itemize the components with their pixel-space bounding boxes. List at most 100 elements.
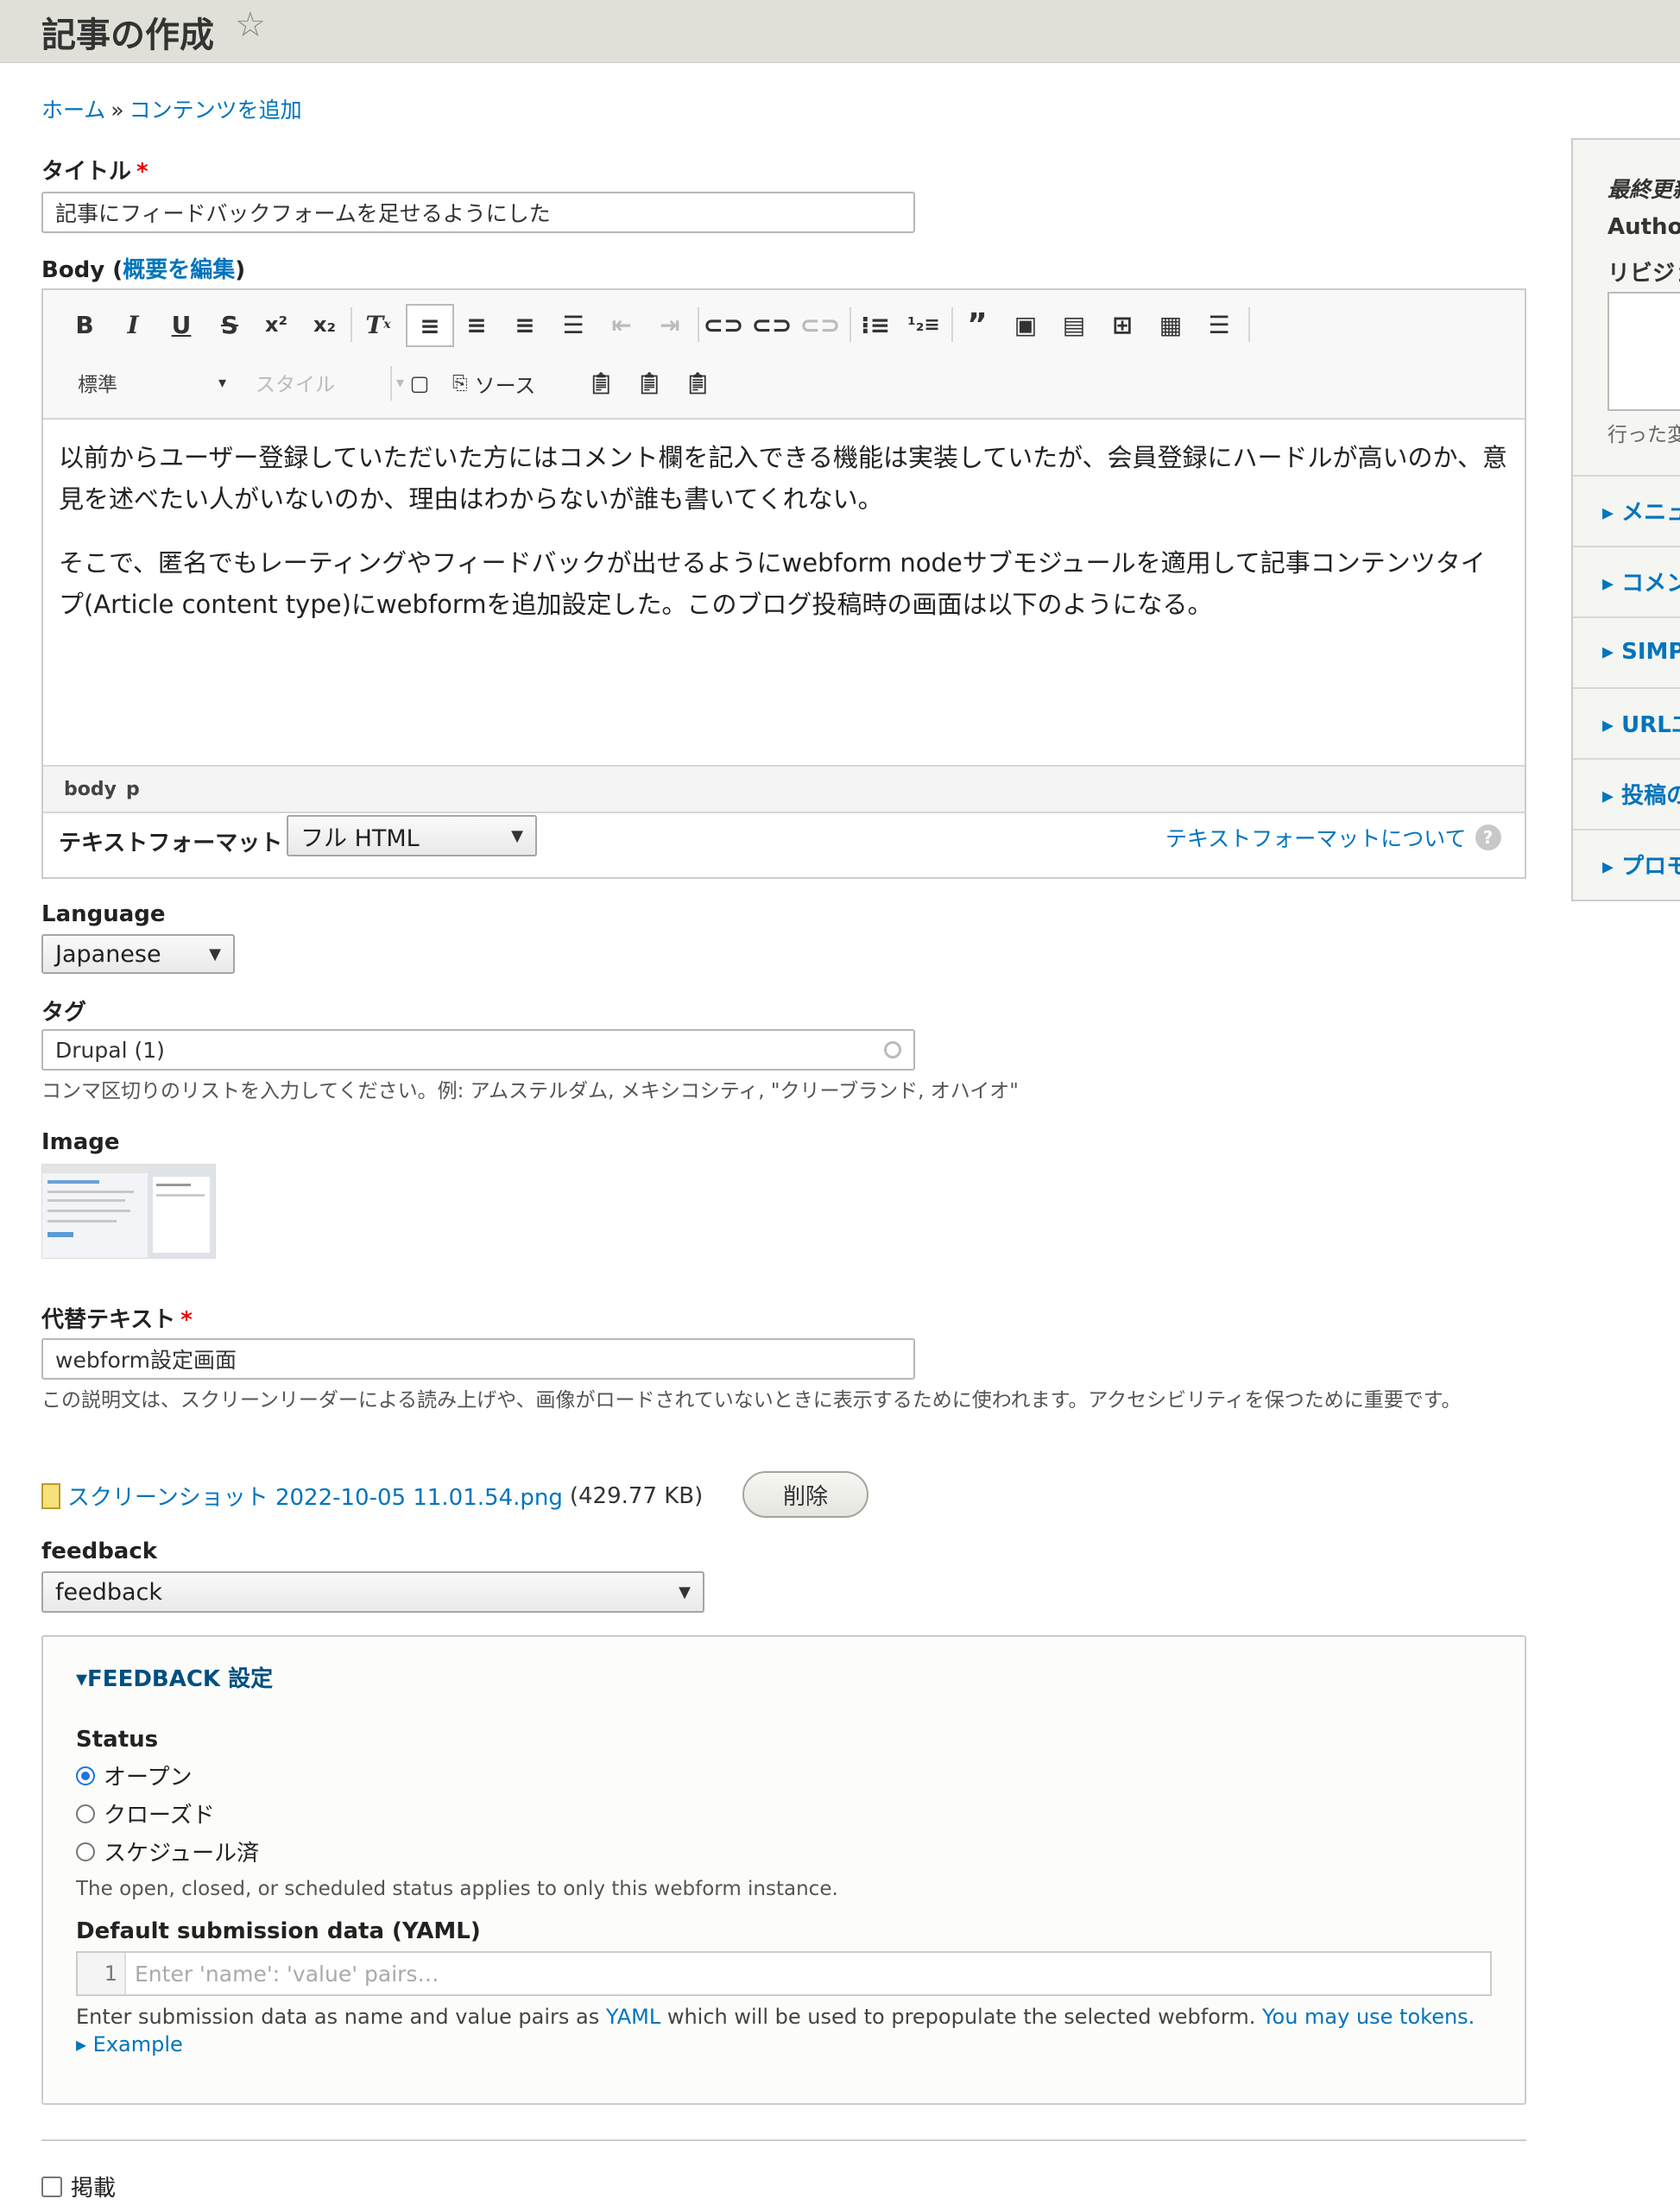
- sidebar-item-menu[interactable]: ▸ メニュ: [1573, 475, 1680, 544]
- body-label-suffix: ): [235, 257, 246, 283]
- image-upload-icon[interactable]: ⊞: [1103, 306, 1141, 344]
- last-saved-label: 最終更新: [1607, 177, 1680, 202]
- edit-summary-link[interactable]: 概要を編集: [123, 257, 235, 283]
- status-option-label: オープン: [104, 1765, 193, 1791]
- bold-icon[interactable]: B: [66, 306, 104, 344]
- text-format-help[interactable]: テキストフォーマットについて ?: [1165, 822, 1501, 853]
- editor-content[interactable]: 以前からユーザー登録していただいた方にはコメント欄を記入できる機能は実装していた…: [59, 437, 1509, 648]
- radio-selected[interactable]: [76, 1766, 95, 1785]
- path-body[interactable]: body: [64, 779, 117, 800]
- sidebar-item-comments[interactable]: ▸ コメン: [1573, 546, 1680, 615]
- chevron-down-icon: ▾: [218, 373, 226, 392]
- source-label: ソース: [474, 373, 536, 398]
- breadcrumb: ホーム» コンテンツを追加: [41, 93, 302, 124]
- text-format-help-link[interactable]: テキストフォーマットについて: [1165, 822, 1467, 853]
- toolbar-separator: [351, 307, 352, 342]
- feedback-settings-summary[interactable]: ▾FEEDBACK 設定: [76, 1661, 273, 1693]
- status-label: Status: [76, 1727, 159, 1753]
- style-select-value: スタイル: [256, 374, 335, 396]
- align-center-icon[interactable]: ≡: [458, 306, 496, 344]
- language-label: Language: [41, 901, 166, 927]
- radio[interactable]: [76, 1842, 95, 1861]
- tags-input[interactable]: Drupal (1): [41, 1029, 915, 1071]
- remove-button[interactable]: 削除: [742, 1471, 868, 1518]
- title-input[interactable]: 記事にフィードバックフォームを足せるようにした: [41, 192, 915, 233]
- format-select[interactable]: 標準 ▾: [64, 363, 233, 402]
- style-select[interactable]: スタイル ▾: [242, 363, 411, 402]
- toolbar-separator: [698, 307, 699, 342]
- language-select[interactable]: Japanese ▼: [41, 934, 235, 974]
- status-option-open[interactable]: オープン: [76, 1760, 192, 1791]
- yaml-link[interactable]: YAML: [606, 2005, 660, 2029]
- bulleted-list-icon[interactable]: ⁝≡: [856, 306, 894, 344]
- publish-field[interactable]: 掲載: [41, 2170, 116, 2202]
- blockquote-icon[interactable]: ”: [958, 306, 996, 344]
- image-icon[interactable]: ▣: [1007, 306, 1045, 344]
- text-format-select[interactable]: フル HTML ▼: [287, 815, 537, 856]
- status-option-label: クローズド: [104, 1803, 215, 1829]
- status-option-scheduled[interactable]: スケジュール済: [76, 1835, 259, 1867]
- unlink-icon[interactable]: ⊂⊃: [752, 306, 793, 344]
- subscript-icon[interactable]: x₂: [306, 306, 344, 344]
- image-label: Image: [41, 1129, 120, 1155]
- example-toggle[interactable]: ▸ Example: [76, 2032, 183, 2057]
- table-icon[interactable]: ▦: [1152, 306, 1190, 344]
- page-title: 記事の作成: [41, 16, 214, 55]
- required-mark: *: [136, 159, 148, 185]
- publish-checkbox[interactable]: [41, 2176, 62, 2197]
- sidebar-item-url[interactable]: ▸ URLエ: [1573, 687, 1680, 756]
- media-icon[interactable]: ▤: [1055, 306, 1093, 344]
- alt-text-description: この説明文は、スクリーンリーダーによる読み上げや、画像がロードされていないときに…: [41, 1389, 1462, 1412]
- sidebar-item-promotion[interactable]: ▸ プロモ: [1573, 829, 1680, 898]
- horizontal-line-icon[interactable]: ☰: [1200, 306, 1238, 344]
- radio[interactable]: [76, 1804, 95, 1823]
- element-path-bar: body p: [43, 765, 1525, 813]
- breadcrumb-add-content-link[interactable]: コンテンツを追加: [129, 98, 302, 123]
- justify-icon[interactable]: ☰: [554, 306, 592, 344]
- paste-word-icon[interactable]: 📋︎: [679, 364, 717, 402]
- default-data-label: Default submission data (YAML): [76, 1918, 481, 1944]
- autocomplete-icon: [884, 1041, 901, 1058]
- yaml-placeholder: Enter 'name': 'value' pairs…: [135, 1962, 439, 1987]
- italic-icon[interactable]: I: [114, 306, 152, 344]
- sidebar-item-authoring[interactable]: ▸ 投稿の: [1573, 758, 1680, 827]
- language-value: Japanese: [55, 940, 161, 968]
- yaml-help-middle: which will be used to prepopulate the se…: [666, 2005, 1256, 2029]
- align-right-icon[interactable]: ≡: [506, 306, 544, 344]
- strikethrough-icon[interactable]: S: [211, 306, 249, 344]
- show-blocks-icon[interactable]: ▢: [401, 364, 439, 402]
- feedback-select[interactable]: feedback ▼: [41, 1571, 704, 1613]
- remove-format-icon[interactable]: Tx: [359, 306, 397, 344]
- required-mark: *: [180, 1307, 193, 1333]
- align-left-icon[interactable]: ≡: [406, 304, 454, 347]
- sidebar-item-simple[interactable]: ▸ SIMPL: [1573, 616, 1680, 686]
- breadcrumb-home-link[interactable]: ホーム: [41, 98, 105, 123]
- yaml-help-prefix: Enter submission data as name and value …: [76, 2005, 600, 2029]
- tokens-link[interactable]: You may use tokens.: [1262, 2005, 1475, 2029]
- body-editor: B I U S x² x₂ Tx ≡ ≡ ≡ ☰ ⇤ ⇥ ⊂⊃ ⊂⊃ ⊂⊃ ⁝≡…: [41, 288, 1526, 879]
- alt-text-input[interactable]: webform設定画面: [41, 1338, 915, 1380]
- feedback-value: feedback: [55, 1578, 163, 1606]
- indent-icon[interactable]: ⇥: [651, 306, 689, 344]
- paste-text-icon[interactable]: 📋︎: [630, 364, 668, 402]
- paste-icon[interactable]: 📋︎: [582, 364, 620, 402]
- outdent-icon[interactable]: ⇤: [603, 306, 641, 344]
- file-link[interactable]: スクリーンショット 2022-10-05 11.01.54.png: [67, 1480, 563, 1512]
- revision-log-textarea[interactable]: [1607, 292, 1680, 411]
- status-description: The open, closed, or scheduled status ap…: [76, 1878, 838, 1900]
- numbered-list-icon[interactable]: ¹₂≡: [905, 306, 943, 344]
- status-option-closed[interactable]: クローズド: [76, 1797, 215, 1829]
- tags-value: Drupal (1): [55, 1037, 165, 1063]
- chevron-down-icon: ▼: [209, 945, 221, 964]
- link-icon[interactable]: ⊂⊃: [704, 306, 744, 344]
- superscript-icon[interactable]: x²: [257, 306, 295, 344]
- underline-icon[interactable]: U: [162, 306, 200, 344]
- yaml-editor[interactable]: 1 Enter 'name': 'value' pairs…: [76, 1951, 1492, 1996]
- author-label: Author: [1607, 214, 1680, 240]
- star-icon[interactable]: ☆: [235, 5, 266, 45]
- path-p[interactable]: p: [126, 779, 140, 800]
- anchor-icon[interactable]: ⊂⊃: [800, 306, 841, 344]
- source-button[interactable]: ⎘ ソース: [452, 364, 535, 402]
- chevron-down-icon: ▼: [679, 1583, 691, 1602]
- revision-note: 行った変: [1607, 424, 1680, 446]
